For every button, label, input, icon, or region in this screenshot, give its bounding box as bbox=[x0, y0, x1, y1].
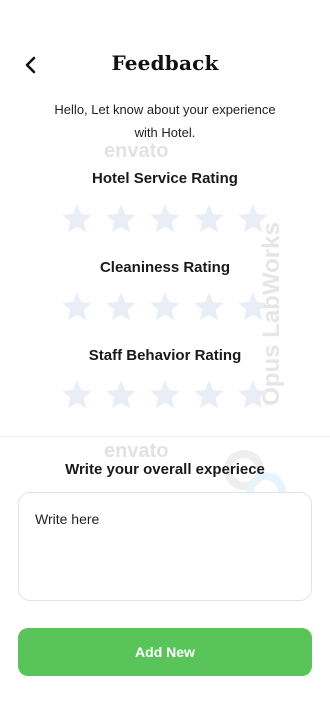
star-icon[interactable] bbox=[60, 378, 94, 412]
star-icon[interactable] bbox=[148, 378, 182, 412]
star-icon[interactable] bbox=[104, 290, 138, 324]
divider bbox=[0, 436, 330, 437]
star-icon[interactable] bbox=[104, 202, 138, 236]
page-title: Feedback bbox=[111, 51, 219, 75]
star-rating-staff-behavior bbox=[60, 378, 270, 412]
review-label: Write your overall experiece bbox=[65, 461, 265, 478]
rating-label: Staff Behavior Rating bbox=[88, 347, 242, 364]
intro-text: Hello, Let know about your experience wi… bbox=[40, 98, 290, 144]
header: Feedback bbox=[0, 44, 330, 84]
star-icon[interactable] bbox=[148, 202, 182, 236]
star-icon[interactable] bbox=[104, 378, 138, 412]
envato-watermark: envato bbox=[104, 440, 169, 462]
rating-staff-behavior: Staff Behavior Rating bbox=[0, 347, 330, 364]
rating-cleaniness: Cleaniness Rating bbox=[0, 259, 330, 276]
star-icon[interactable] bbox=[192, 202, 226, 236]
intro-line-2: with Hotel. bbox=[134, 125, 196, 140]
star-rating-hotel-service bbox=[60, 202, 270, 236]
star-icon[interactable] bbox=[192, 378, 226, 412]
star-icon[interactable] bbox=[60, 202, 94, 236]
star-rating-cleaniness bbox=[60, 290, 270, 324]
star-icon[interactable] bbox=[148, 290, 182, 324]
review-field bbox=[18, 492, 312, 601]
star-icon[interactable] bbox=[60, 290, 94, 324]
review-input[interactable] bbox=[35, 511, 295, 582]
rating-hotel-service: Hotel Service Rating bbox=[0, 170, 330, 187]
rating-label: Cleaniness Rating bbox=[99, 259, 231, 276]
star-icon[interactable] bbox=[192, 290, 226, 324]
add-new-button[interactable]: Add New bbox=[18, 628, 312, 676]
star-icon[interactable] bbox=[236, 378, 270, 412]
rating-label: Hotel Service Rating bbox=[92, 170, 238, 187]
star-icon[interactable] bbox=[236, 202, 270, 236]
star-icon[interactable] bbox=[236, 290, 270, 324]
intro-line-1: Hello, Let know about your experience bbox=[54, 102, 276, 117]
